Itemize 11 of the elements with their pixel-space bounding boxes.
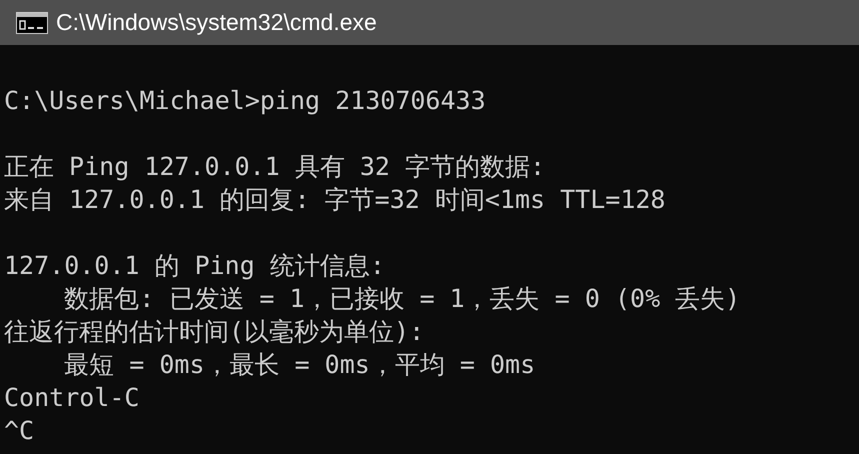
console-line: C:\Users\Michael>ping 2130706433 xyxy=(3,85,486,117)
window-title: C:\Windows\system32\cmd.exe xyxy=(56,8,377,38)
console-line: 正在 Ping 127.0.0.1 具有 32 字节的数据: xyxy=(3,151,546,183)
console-line: 127.0.0.1 的 Ping 统计信息: xyxy=(3,250,385,282)
console-line: 最短 = 0ms，最长 = 0ms，平均 = 0ms xyxy=(63,349,536,381)
console-line: 往返行程的估计时间(以毫秒为单位): xyxy=(3,316,424,348)
console-line: 来自 127.0.0.1 的回复: 字节=32 时间<1ms TTL=128 xyxy=(3,184,666,216)
console-icon xyxy=(16,12,48,34)
console-line: Control-C xyxy=(3,382,140,414)
console-line: ^C xyxy=(3,415,34,447)
console-line: 数据包: 已发送 = 1，已接收 = 1，丢失 = 0 (0% 丢失) xyxy=(63,283,740,315)
